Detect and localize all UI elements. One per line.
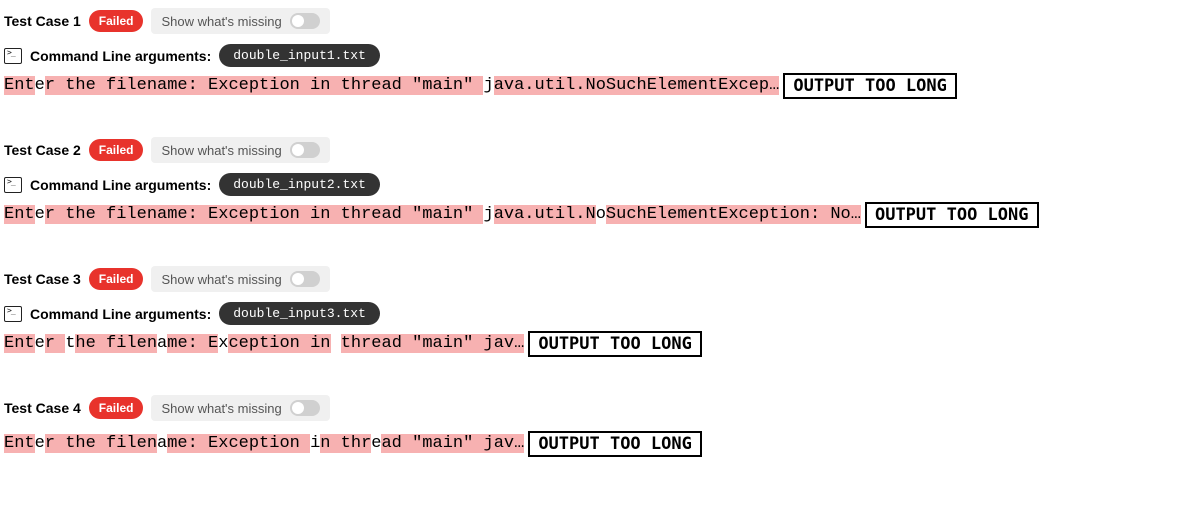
status-badge: Failed <box>89 10 144 32</box>
show-missing-toggle-group[interactable]: Show what's missing <box>151 395 329 421</box>
output-row: Enter the filename: Exception in thread … <box>4 202 1196 228</box>
status-badge: Failed <box>89 268 144 290</box>
cmdline-argument: double_input3.txt <box>219 302 380 325</box>
cmdline-row: Command Line arguments: double_input2.txt <box>4 173 1196 196</box>
status-badge: Failed <box>89 397 144 419</box>
test-case: Test Case 2 Failed Show what's missing Comm… <box>4 137 1196 228</box>
output-too-long-badge: OUTPUT TOO LONG <box>865 202 1039 228</box>
output-text: Enter the filename: Exception in thread … <box>4 432 524 456</box>
test-case-header: Test Case 2 Failed Show what's missing <box>4 137 1196 163</box>
test-case-header: Test Case 4 Failed Show what's missing <box>4 395 1196 421</box>
output-too-long-badge: OUTPUT TOO LONG <box>783 73 957 99</box>
cmdline-label: Command Line arguments: <box>30 306 211 322</box>
test-case-title: Test Case 1 <box>4 13 81 29</box>
cmdline-argument: double_input2.txt <box>219 173 380 196</box>
output-text: Enter the filename: Exception in thread … <box>4 74 779 98</box>
show-missing-label: Show what's missing <box>161 272 281 287</box>
toggle-switch[interactable] <box>290 271 320 287</box>
output-too-long-badge: OUTPUT TOO LONG <box>528 331 702 357</box>
show-missing-toggle-group[interactable]: Show what's missing <box>151 8 329 34</box>
status-badge: Failed <box>89 139 144 161</box>
toggle-switch[interactable] <box>290 400 320 416</box>
terminal-icon <box>4 177 22 193</box>
output-row: Enter the filename: Exception in thread … <box>4 331 1196 357</box>
test-case: Test Case 4 Failed Show what's missing Ente… <box>4 395 1196 457</box>
cmdline-label: Command Line arguments: <box>30 177 211 193</box>
terminal-icon <box>4 48 22 64</box>
show-missing-label: Show what's missing <box>161 14 281 29</box>
terminal-icon <box>4 306 22 322</box>
show-missing-toggle-group[interactable]: Show what's missing <box>151 266 329 292</box>
test-case: Test Case 3 Failed Show what's missing Comm… <box>4 266 1196 357</box>
test-case-title: Test Case 4 <box>4 400 81 416</box>
test-case: Test Case 1 Failed Show what's missing Comm… <box>4 8 1196 99</box>
cmdline-argument: double_input1.txt <box>219 44 380 67</box>
cmdline-row: Command Line arguments: double_input1.txt <box>4 44 1196 67</box>
test-case-title: Test Case 3 <box>4 271 81 287</box>
test-case-header: Test Case 1 Failed Show what's missing <box>4 8 1196 34</box>
show-missing-label: Show what's missing <box>161 143 281 158</box>
show-missing-label: Show what's missing <box>161 401 281 416</box>
output-row: Enter the filename: Exception in thread … <box>4 73 1196 99</box>
cmdline-row: Command Line arguments: double_input3.txt <box>4 302 1196 325</box>
toggle-switch[interactable] <box>290 142 320 158</box>
output-too-long-badge: OUTPUT TOO LONG <box>528 431 702 457</box>
output-row: Enter the filename: Exception in thread … <box>4 431 1196 457</box>
output-text: Enter the filename: Exception in thread … <box>4 332 524 356</box>
cmdline-label: Command Line arguments: <box>30 48 211 64</box>
toggle-switch[interactable] <box>290 13 320 29</box>
test-case-header: Test Case 3 Failed Show what's missing <box>4 266 1196 292</box>
show-missing-toggle-group[interactable]: Show what's missing <box>151 137 329 163</box>
output-text: Enter the filename: Exception in thread … <box>4 203 861 227</box>
test-case-title: Test Case 2 <box>4 142 81 158</box>
